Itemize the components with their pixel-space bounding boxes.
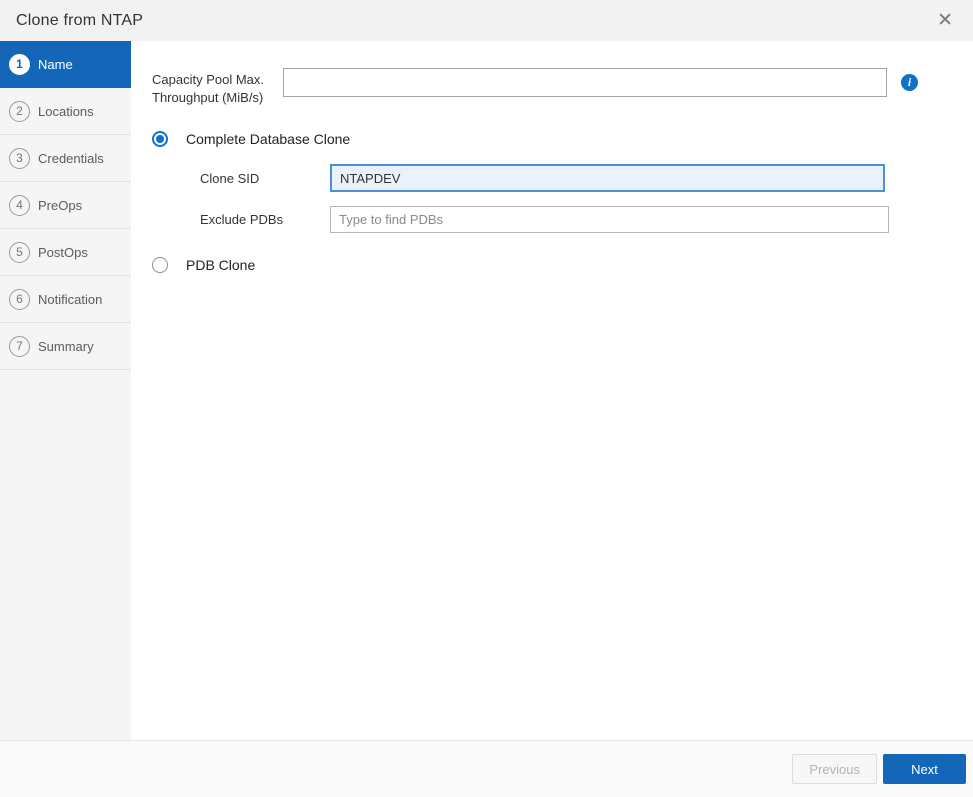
step-number-badge: 4 (9, 195, 30, 216)
exclude-pdbs-input[interactable] (330, 206, 889, 233)
sidebar-step-locations[interactable]: 2 Locations (0, 88, 131, 135)
clone-sid-label: Clone SID (200, 171, 330, 186)
step-label: Notification (38, 292, 102, 307)
pdb-clone-radio[interactable] (152, 257, 168, 273)
sidebar-step-summary[interactable]: 7 Summary (0, 323, 131, 370)
exclude-pdbs-label: Exclude PDBs (200, 212, 330, 227)
previous-button[interactable]: Previous (792, 754, 877, 784)
wizard-sidebar: 1 Name 2 Locations 3 Credentials 4 PreOp… (0, 41, 131, 740)
close-icon[interactable]: ✕ (933, 9, 957, 32)
complete-database-clone-row: Complete Database Clone (152, 131, 953, 147)
name-step-form: Capacity Pool Max. Throughput (MiB/s) i … (131, 41, 973, 740)
capacity-throughput-input[interactable] (283, 68, 887, 97)
step-label: Summary (38, 339, 94, 354)
exclude-pdbs-row: Exclude PDBs (200, 206, 953, 233)
complete-database-clone-radio[interactable] (152, 131, 168, 147)
capacity-throughput-row: Capacity Pool Max. Throughput (MiB/s) i (152, 68, 953, 107)
step-number-badge: 2 (9, 101, 30, 122)
step-number-badge: 6 (9, 289, 30, 310)
step-number-badge: 7 (9, 336, 30, 357)
step-label: Locations (38, 104, 94, 119)
step-label: PreOps (38, 198, 82, 213)
sidebar-step-notification[interactable]: 6 Notification (0, 276, 131, 323)
capacity-throughput-label: Capacity Pool Max. Throughput (MiB/s) (152, 68, 283, 107)
step-number-badge: 1 (9, 54, 30, 75)
sidebar-filler (0, 370, 131, 740)
sidebar-step-preops[interactable]: 4 PreOps (0, 182, 131, 229)
step-number-badge: 5 (9, 242, 30, 263)
radio-dot (156, 135, 164, 143)
step-number-badge: 3 (9, 148, 30, 169)
clone-sid-row: Clone SID (200, 164, 953, 192)
clone-dialog: Clone from NTAP ✕ 1 Name 2 Locations 3 C… (0, 0, 973, 797)
pdb-clone-label[interactable]: PDB Clone (186, 257, 255, 273)
pdb-clone-row: PDB Clone (152, 257, 953, 273)
sidebar-step-postops[interactable]: 5 PostOps (0, 229, 131, 276)
next-button[interactable]: Next (883, 754, 966, 784)
dialog-titlebar: Clone from NTAP ✕ (0, 0, 973, 41)
dialog-footer: Previous Next (0, 740, 973, 797)
step-label: PostOps (38, 245, 88, 260)
sidebar-step-credentials[interactable]: 3 Credentials (0, 135, 131, 182)
info-icon[interactable]: i (901, 74, 918, 91)
sidebar-step-name[interactable]: 1 Name (0, 41, 131, 88)
step-label: Name (38, 57, 73, 72)
dialog-title: Clone from NTAP (16, 12, 143, 30)
complete-database-clone-label[interactable]: Complete Database Clone (186, 131, 350, 147)
step-label: Credentials (38, 151, 104, 166)
clone-sid-input[interactable] (330, 164, 885, 192)
